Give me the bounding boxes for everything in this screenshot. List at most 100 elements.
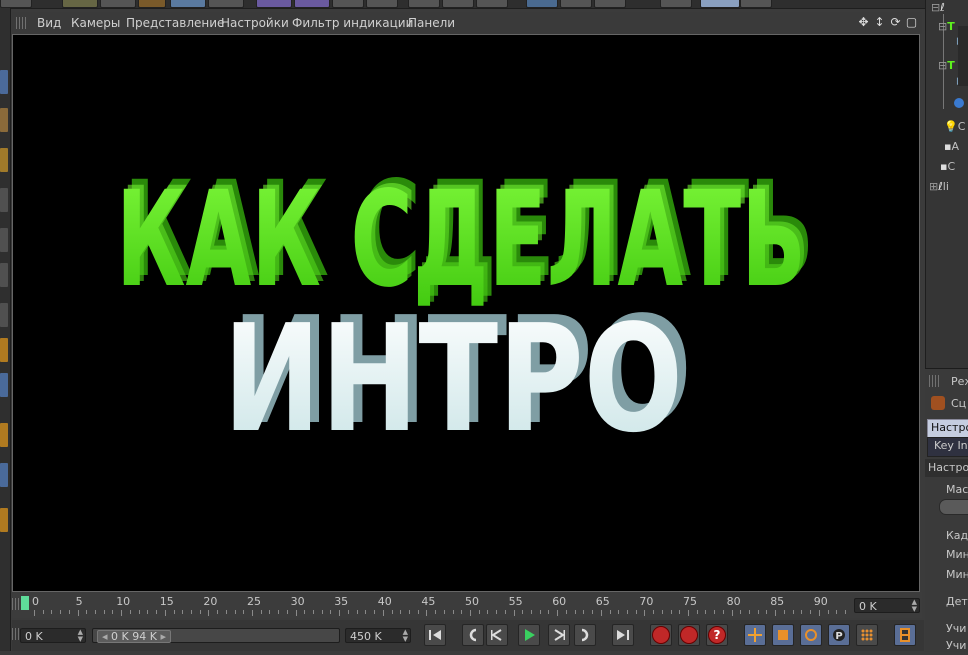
tool-icon[interactable] <box>0 303 8 327</box>
key-scale-button[interactable] <box>772 624 794 646</box>
key-parameter-button[interactable]: P <box>828 624 850 646</box>
toolbar-button[interactable] <box>594 0 626 8</box>
record-button[interactable] <box>650 624 672 646</box>
toolbar-button[interactable] <box>332 0 364 8</box>
timeline-tick <box>522 610 524 614</box>
tool-icon[interactable] <box>0 423 8 447</box>
prev-key-button[interactable] <box>462 624 484 646</box>
move-icon <box>748 628 762 642</box>
timeline-tick <box>731 610 733 616</box>
toolbar-button[interactable] <box>442 0 474 8</box>
object-null-root[interactable]: ⊟ℓ <box>931 1 945 17</box>
object-camera-2[interactable]: ▪С <box>940 160 955 176</box>
attr-row: Дета <box>946 595 968 608</box>
toolbar-button[interactable] <box>208 0 244 8</box>
timeline-tick <box>844 610 846 614</box>
toolbar-button[interactable] <box>100 0 136 8</box>
menu-display[interactable]: Представление <box>126 16 224 30</box>
menu-cameras[interactable]: Камеры <box>71 16 120 30</box>
autokey-button[interactable] <box>678 624 700 646</box>
tool-icon[interactable] <box>0 508 8 532</box>
maximize-view-icon[interactable]: ▢ <box>905 15 918 30</box>
toolbar-button[interactable] <box>660 0 692 8</box>
timeline-tick <box>51 610 53 614</box>
tool-icon[interactable] <box>0 338 8 362</box>
toolbar-button[interactable] <box>0 0 32 8</box>
toolbar-button[interactable] <box>366 0 398 8</box>
tool-icon[interactable] <box>0 148 8 172</box>
play-button[interactable] <box>518 624 540 646</box>
prev-frame-button[interactable] <box>486 624 508 646</box>
tool-icon[interactable] <box>0 108 8 132</box>
timeline-tick <box>513 610 515 616</box>
toolbar-button[interactable] <box>138 0 166 8</box>
key-position-button[interactable] <box>744 624 766 646</box>
keyframe-selection-button[interactable]: ? <box>706 624 728 646</box>
playhead[interactable] <box>21 596 29 610</box>
range-slider[interactable]: ◂ 0 K 94 K ▸ <box>92 628 340 643</box>
grip-icon[interactable] <box>16 17 26 29</box>
timeline-tick <box>374 610 376 614</box>
menu-filter[interactable]: Фильтр индикации <box>292 16 413 30</box>
current-frame-field[interactable]: 0 K ▲ ▼ <box>20 628 86 643</box>
toolbar-button[interactable] <box>560 0 592 8</box>
menu-view[interactable]: Вид <box>37 16 61 30</box>
grip-icon[interactable] <box>929 375 939 387</box>
toolbar-button[interactable] <box>526 0 558 8</box>
timeline-tick <box>77 610 79 616</box>
toolbar-button[interactable] <box>294 0 330 8</box>
tool-icon[interactable] <box>0 463 8 487</box>
timeline-window-button[interactable] <box>894 624 916 646</box>
go-end-button[interactable] <box>612 624 634 646</box>
attr-header: Реж <box>925 373 968 391</box>
toolbar-button[interactable] <box>700 0 740 8</box>
tab-settings[interactable]: Настро <box>927 419 968 439</box>
key-rotation-button[interactable] <box>800 624 822 646</box>
toolbar-button[interactable] <box>408 0 440 8</box>
timeline-tick <box>478 610 480 614</box>
object-camera-1[interactable]: ▪А <box>944 140 959 156</box>
rotate-view-icon[interactable]: ⟳ <box>889 15 902 30</box>
toolbar-button[interactable] <box>740 0 772 8</box>
timeline-tick <box>182 610 184 614</box>
timeline-tick <box>783 610 785 614</box>
timeline[interactable]: 0 5 10 15 20 25 30 35 40 45 50 55 60 65 70 75 80 85 90 0 K… <box>12 592 922 618</box>
timeline-end-field[interactable]: 0 K ▲ ▼ <box>854 598 920 613</box>
tool-icon[interactable] <box>0 263 8 287</box>
key-pla-button[interactable] <box>856 624 878 646</box>
next-frame-button[interactable] <box>548 624 570 646</box>
menu-options[interactable]: Настройки <box>221 16 289 30</box>
object-tag[interactable] <box>954 98 964 114</box>
timeline-tick <box>304 610 306 614</box>
timeline-tick <box>452 610 454 614</box>
tool-icon[interactable] <box>0 188 8 212</box>
timeline-tick <box>260 610 262 614</box>
toolbar-button[interactable] <box>170 0 206 8</box>
tool-icon[interactable] <box>0 70 8 94</box>
object-text-2[interactable]: ⊟T <box>938 59 955 75</box>
attr-scene[interactable]: Сц <box>925 395 968 413</box>
scale-slider[interactable] <box>939 499 968 515</box>
menu-panels[interactable]: Панели <box>408 16 455 30</box>
max-frame-field[interactable]: 450 K ▲ ▼ <box>345 628 411 643</box>
timeline-tick <box>548 610 550 614</box>
go-start-button[interactable] <box>424 624 446 646</box>
tool-icon[interactable] <box>0 373 8 397</box>
toolbar-button[interactable] <box>62 0 98 8</box>
move-view-icon[interactable]: ✥ <box>857 15 870 30</box>
attr-row: Кадр <box>946 529 968 542</box>
timeline-tick-label: 15 <box>159 595 174 608</box>
object-light[interactable]: 💡С <box>944 120 965 136</box>
toolbar-button[interactable] <box>476 0 508 8</box>
tool-icon[interactable] <box>0 228 8 252</box>
timeline-tick <box>225 610 227 614</box>
zoom-view-icon[interactable]: ↕ <box>873 15 886 30</box>
tab-key-interpolation[interactable]: Key Int <box>927 437 968 457</box>
object-text-1[interactable]: ⊟T <box>938 20 955 36</box>
object-null-2[interactable]: ⊞ℓli <box>929 180 949 196</box>
timeline-tick <box>356 610 358 614</box>
viewport[interactable]: КАК СДЕЛАТЬ КАК СДЕЛАТЬ КАК СДЕЛАТЬ ИНТР… <box>12 34 920 592</box>
timeline-tick <box>286 610 288 614</box>
next-key-button[interactable] <box>574 624 596 646</box>
toolbar-button[interactable] <box>256 0 292 8</box>
